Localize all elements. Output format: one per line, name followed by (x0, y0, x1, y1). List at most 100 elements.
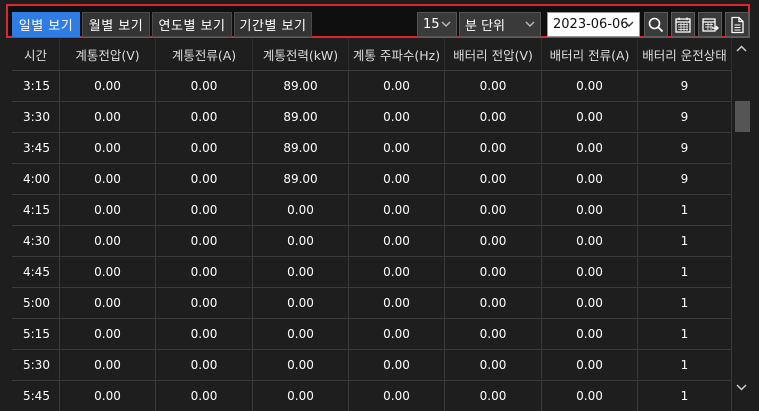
cell-grid-power: 0.00 (253, 257, 349, 287)
cell-grid-frequency: 0.00 (349, 102, 445, 132)
cell-battery-voltage: 0.00 (445, 381, 542, 411)
scroll-up-arrow-icon[interactable] (733, 42, 750, 56)
interval-select[interactable]: 15 (417, 12, 457, 37)
column-header-battery-voltage[interactable]: 배터리 전압(V) (445, 38, 542, 70)
cell-grid-voltage: 0.00 (60, 257, 156, 287)
cell-grid-frequency: 0.00 (349, 133, 445, 163)
chevron-down-icon (441, 21, 451, 27)
search-button[interactable] (644, 12, 668, 37)
cell-grid-frequency: 0.00 (349, 226, 445, 256)
cell-grid-voltage: 0.00 (60, 381, 156, 411)
cell-time: 4:45 (12, 257, 60, 287)
chevron-down-icon (525, 21, 535, 27)
cell-battery-current: 0.00 (542, 133, 638, 163)
cell-grid-current: 0.00 (156, 133, 253, 163)
cell-grid-voltage: 0.00 (60, 319, 156, 349)
cell-grid-frequency: 0.00 (349, 288, 445, 318)
cell-grid-frequency: 0.00 (349, 164, 445, 194)
vertical-scrollbar[interactable] (733, 38, 750, 402)
tab-monthly-view[interactable]: 월별 보기 (82, 12, 150, 37)
tab-period-view[interactable]: 기간별 보기 (234, 12, 312, 37)
cell-grid-power: 0.00 (253, 381, 349, 411)
cell-battery-voltage: 0.00 (445, 319, 542, 349)
cell-battery-voltage: 0.00 (445, 71, 542, 101)
cell-battery-status: 9 (638, 133, 732, 163)
cell-battery-status: 9 (638, 71, 732, 101)
column-header-grid-frequency[interactable]: 계통 주파수(Hz) (349, 38, 445, 70)
cell-grid-power: 0.00 (253, 350, 349, 380)
column-header-grid-voltage[interactable]: 계통전압(V) (60, 38, 156, 70)
cell-grid-voltage: 0.00 (60, 350, 156, 380)
cell-time: 3:45 (12, 133, 60, 163)
table-row[interactable]: 5:30 0.00 0.00 0.00 0.00 0.00 0.00 1 (12, 349, 732, 380)
calendar-grid-button[interactable] (671, 12, 695, 37)
cell-battery-status: 9 (638, 102, 732, 132)
cell-time: 3:30 (12, 102, 60, 132)
cell-battery-voltage: 0.00 (445, 164, 542, 194)
cell-grid-current: 0.00 (156, 381, 253, 411)
cell-grid-power: 0.00 (253, 195, 349, 225)
scroll-down-arrow-icon[interactable] (733, 380, 750, 394)
cell-battery-status: 1 (638, 350, 732, 380)
table-row[interactable]: 5:00 0.00 0.00 0.00 0.00 0.00 0.00 1 (12, 287, 732, 318)
cell-grid-power: 89.00 (253, 102, 349, 132)
search-icon (648, 17, 664, 32)
cell-grid-power: 0.00 (253, 226, 349, 256)
column-header-time[interactable]: 시간 (12, 38, 60, 70)
column-header-battery-current[interactable]: 배터리 전류(A) (542, 38, 638, 70)
calendar-export-button[interactable] (698, 12, 722, 37)
cell-battery-status: 1 (638, 226, 732, 256)
cell-battery-current: 0.00 (542, 350, 638, 380)
cell-battery-voltage: 0.00 (445, 257, 542, 287)
table-row[interactable]: 4:15 0.00 0.00 0.00 0.00 0.00 0.00 1 (12, 194, 732, 225)
cell-grid-current: 0.00 (156, 226, 253, 256)
cell-grid-power: 0.00 (253, 288, 349, 318)
cell-battery-status: 1 (638, 257, 732, 287)
tab-daily-view[interactable]: 일별 보기 (12, 12, 80, 37)
cell-battery-voltage: 0.00 (445, 288, 542, 318)
cell-grid-voltage: 0.00 (60, 288, 156, 318)
cell-grid-power: 89.00 (253, 164, 349, 194)
cell-grid-voltage: 0.00 (60, 133, 156, 163)
cell-time: 4:30 (12, 226, 60, 256)
data-table: 시간 계통전압(V) 계통전류(A) 계통전력(kW) 계통 주파수(Hz) 배… (12, 38, 732, 411)
cell-grid-voltage: 0.00 (60, 102, 156, 132)
cell-battery-status: 1 (638, 288, 732, 318)
cell-time: 4:15 (12, 195, 60, 225)
cell-time: 5:45 (12, 381, 60, 411)
cell-battery-voltage: 0.00 (445, 133, 542, 163)
scrollbar-thumb[interactable] (735, 101, 750, 132)
cell-grid-power: 89.00 (253, 71, 349, 101)
column-header-grid-current[interactable]: 계통전류(A) (156, 38, 253, 70)
date-picker[interactable]: 2023-06-06 (547, 12, 640, 37)
table-row[interactable]: 5:15 0.00 0.00 0.00 0.00 0.00 0.00 1 (12, 318, 732, 349)
cell-battery-status: 1 (638, 381, 732, 411)
table-row[interactable]: 4:00 0.00 0.00 89.00 0.00 0.00 0.00 9 (12, 163, 732, 194)
cell-battery-current: 0.00 (542, 164, 638, 194)
cell-battery-status: 1 (638, 195, 732, 225)
unit-select[interactable]: 분 단위 (459, 12, 541, 37)
document-icon (731, 16, 744, 33)
column-header-grid-power[interactable]: 계통전력(kW) (253, 38, 349, 70)
table-row[interactable]: 3:45 0.00 0.00 89.00 0.00 0.00 0.00 9 (12, 132, 732, 163)
cell-grid-current: 0.00 (156, 195, 253, 225)
cell-time: 4:00 (12, 164, 60, 194)
cell-grid-frequency: 0.00 (349, 350, 445, 380)
cell-time: 5:30 (12, 350, 60, 380)
table-row[interactable]: 4:30 0.00 0.00 0.00 0.00 0.00 0.00 1 (12, 225, 732, 256)
chevron-down-icon (624, 21, 634, 27)
document-button[interactable] (725, 12, 749, 37)
cell-grid-frequency: 0.00 (349, 381, 445, 411)
table-row[interactable]: 4:45 0.00 0.00 0.00 0.00 0.00 0.00 1 (12, 256, 732, 287)
cell-time: 5:00 (12, 288, 60, 318)
table-row[interactable]: 5:45 0.00 0.00 0.00 0.00 0.00 0.00 1 (12, 380, 732, 411)
tab-yearly-view[interactable]: 연도별 보기 (152, 12, 232, 37)
table-row[interactable]: 3:30 0.00 0.00 89.00 0.00 0.00 0.00 9 (12, 101, 732, 132)
cell-battery-status: 1 (638, 319, 732, 349)
cell-grid-voltage: 0.00 (60, 195, 156, 225)
toolbar: 일별 보기 월별 보기 연도별 보기 기간별 보기 15 분 단위 2023-0… (6, 4, 750, 38)
cell-grid-current: 0.00 (156, 257, 253, 287)
column-header-battery-status[interactable]: 배터리 운전상태 (638, 38, 732, 70)
table-row[interactable]: 3:15 0.00 0.00 89.00 0.00 0.00 0.00 9 (12, 70, 732, 101)
cell-grid-current: 0.00 (156, 102, 253, 132)
